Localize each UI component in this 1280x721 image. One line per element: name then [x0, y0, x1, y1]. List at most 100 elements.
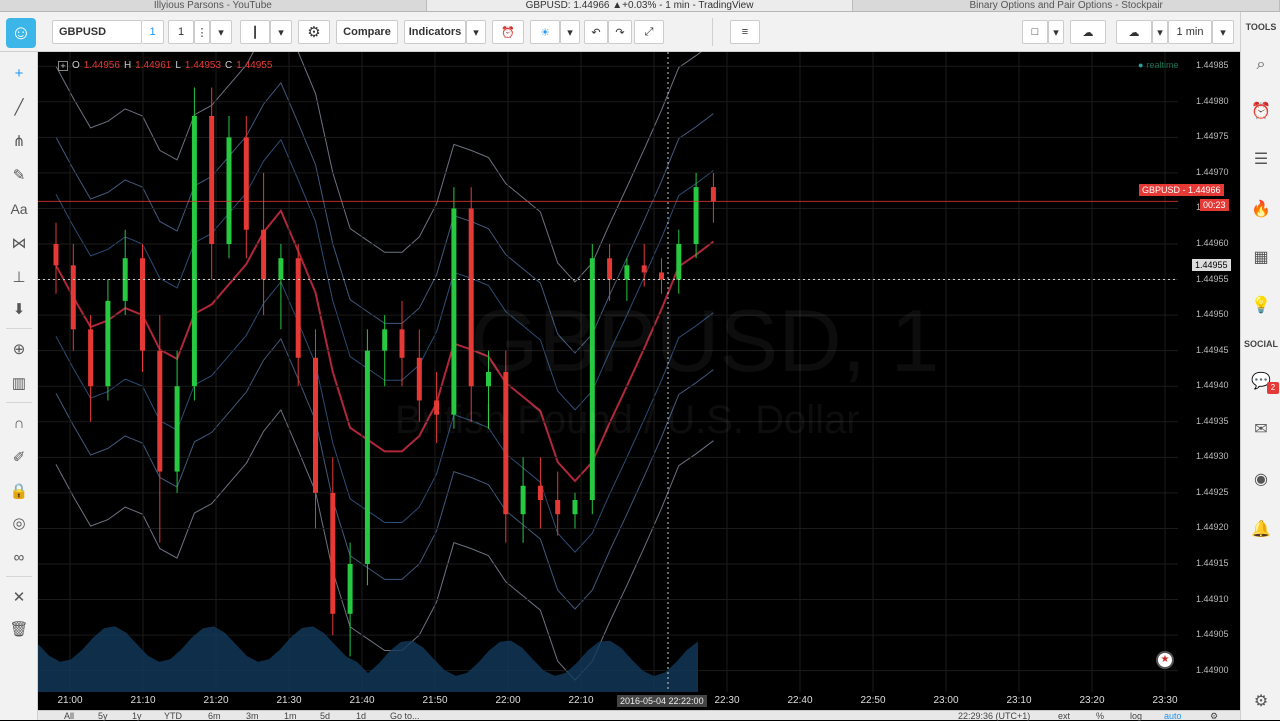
- search-icon[interactable]: ⌕: [1248, 52, 1274, 78]
- candle-body[interactable]: [503, 372, 509, 515]
- layout-square-icon[interactable]: □: [1022, 20, 1048, 44]
- smiley-logo-icon[interactable]: ☺: [6, 18, 36, 48]
- candle-body[interactable]: [607, 258, 613, 280]
- candle-body[interactable]: [330, 492, 336, 614]
- candle-body[interactable]: [555, 500, 561, 515]
- candle-body[interactable]: [710, 187, 716, 202]
- tools-divider: [6, 576, 32, 577]
- chart-type-chevron-down-icon[interactable]: ▾: [270, 20, 292, 44]
- candle-body[interactable]: [693, 187, 699, 244]
- pitchfork-icon[interactable]: ⋔: [6, 128, 32, 154]
- timeframe-chevron-down-icon[interactable]: ▾: [1212, 20, 1234, 44]
- us-flag-icon[interactable]: ★: [1156, 651, 1174, 669]
- notifications-bell-icon[interactable]: 🔔: [1248, 516, 1274, 542]
- save-chevron-down-icon[interactable]: ▾: [1152, 20, 1168, 44]
- candle-body[interactable]: [261, 229, 267, 280]
- lightbulb-ideas-icon[interactable]: ☀: [530, 20, 560, 44]
- interval-select[interactable]: 1: [168, 20, 194, 44]
- candle-body[interactable]: [624, 265, 630, 280]
- indicators-button[interactable]: Indicators: [404, 20, 466, 44]
- compare-button[interactable]: Compare: [336, 20, 398, 44]
- interval-chevron-down-icon[interactable]: ▾: [210, 20, 232, 44]
- alert-add-icon[interactable]: ⏰: [492, 20, 524, 44]
- browser-tab-youtube[interactable]: Illyious Parsons - YouTube: [0, 0, 427, 11]
- candle-body[interactable]: [347, 564, 353, 614]
- high-value: 1.44961: [135, 60, 172, 71]
- candle-body[interactable]: [278, 258, 284, 280]
- pattern-icon[interactable]: ⋈: [6, 230, 32, 256]
- watchlist-icon[interactable]: ☰: [1248, 146, 1274, 172]
- fullscreen-icon[interactable]: ⤢: [634, 20, 664, 44]
- interval-menu-icon[interactable]: ⋮: [194, 20, 210, 44]
- candle-body[interactable]: [451, 208, 457, 415]
- candle-body[interactable]: [676, 244, 682, 280]
- trend-line-icon[interactable]: ╱: [6, 94, 32, 120]
- browser-tab-tradingview[interactable]: GBPUSD: 1.44966 ▲+0.03% - 1 min - Tradin…: [426, 0, 854, 11]
- ohlc-legend: + O 1.44956 H 1.44961 L 1.44953 C 1.4495…: [58, 60, 272, 71]
- time-tick-label: 22:00: [495, 695, 521, 706]
- magnet-icon[interactable]: ∩: [6, 410, 32, 436]
- trash-icon[interactable]: 🗑: [6, 616, 32, 642]
- settings-gear-icon[interactable]: ⚙: [298, 20, 330, 44]
- interval-badge[interactable]: 1: [142, 20, 164, 44]
- undo-icon[interactable]: ↶: [584, 20, 608, 44]
- zoom-icon[interactable]: ⊕: [6, 336, 32, 362]
- ideas-chevron-down-icon[interactable]: ▾: [560, 20, 580, 44]
- timeframe-select[interactable]: 1 min: [1168, 20, 1212, 44]
- settings-gear-icon[interactable]: ⚙: [1248, 688, 1274, 714]
- candle-body[interactable]: [537, 485, 543, 500]
- candle-body[interactable]: [157, 350, 163, 472]
- redo-icon[interactable]: ↷: [608, 20, 632, 44]
- lock-icon[interactable]: 🔒: [6, 478, 32, 504]
- candle-body[interactable]: [70, 265, 76, 330]
- ruler-icon[interactable]: ▥: [6, 370, 32, 396]
- candle-body[interactable]: [313, 357, 318, 493]
- candle-body[interactable]: [105, 300, 111, 387]
- layout-chevron-down-icon[interactable]: ▾: [1048, 20, 1064, 44]
- candle-body[interactable]: [243, 137, 249, 230]
- time-tick-label: 21:30: [276, 695, 302, 706]
- brush-icon[interactable]: ✎: [6, 162, 32, 188]
- pencil-icon[interactable]: ✐: [6, 444, 32, 470]
- streams-icon[interactable]: ◉: [1248, 466, 1274, 492]
- candle-body[interactable]: [364, 350, 370, 564]
- arrow-down-icon[interactable]: ⬇: [6, 296, 32, 322]
- candle-body[interactable]: [226, 137, 232, 244]
- private-chat-icon[interactable]: ✉: [1248, 416, 1274, 442]
- alarm-clock-icon[interactable]: ⏰: [1248, 98, 1274, 124]
- legend-expand-icon[interactable]: +: [58, 60, 68, 71]
- candle-body[interactable]: [88, 329, 94, 387]
- candle-body[interactable]: [209, 116, 215, 244]
- candle-body[interactable]: [53, 244, 59, 266]
- candle-body[interactable]: [174, 386, 180, 472]
- candle-body[interactable]: [382, 329, 388, 351]
- candle-body[interactable]: [140, 258, 145, 351]
- cloud-load-icon[interactable]: ☁: [1070, 20, 1106, 44]
- text-tool-icon[interactable]: Aa: [6, 196, 32, 222]
- candle-body[interactable]: [659, 272, 664, 280]
- ideas-bulb-icon[interactable]: 💡: [1248, 292, 1274, 318]
- link-icon[interactable]: ∞: [6, 544, 32, 570]
- browser-tab-stockpair[interactable]: Binary Options and Pair Options - Stockp…: [853, 0, 1280, 11]
- eye-hide-icon[interactable]: ◎: [6, 510, 32, 536]
- candle-body[interactable]: [399, 329, 405, 358]
- price-tick-label: 1.44935: [1196, 415, 1229, 426]
- measure-icon[interactable]: ⊥: [6, 264, 32, 290]
- candle-body[interactable]: [641, 265, 647, 273]
- indicators-chevron-down-icon[interactable]: ▾: [466, 20, 486, 44]
- crosshair-icon[interactable]: +: [6, 60, 32, 86]
- candle-body[interactable]: [416, 357, 422, 401]
- candle-body[interactable]: [520, 485, 526, 515]
- candle-body[interactable]: [295, 258, 301, 358]
- candle-body[interactable]: [572, 500, 578, 515]
- candle-body[interactable]: [191, 116, 197, 387]
- calendar-icon[interactable]: ▦: [1248, 244, 1274, 270]
- price-tick-label: 1.44920: [1196, 522, 1229, 533]
- symbol-search-input[interactable]: GBPUSD: [52, 20, 142, 44]
- hotlist-flame-icon[interactable]: 🔥: [1248, 196, 1274, 222]
- layout-menu-icon[interactable]: ≡: [730, 20, 760, 44]
- cloud-save-icon[interactable]: ☁: [1116, 20, 1152, 44]
- candlestick-type-icon[interactable]: ┃: [240, 20, 270, 44]
- time-tick-label: 21:40: [349, 695, 375, 706]
- remove-drawings-icon[interactable]: ✕: [6, 584, 32, 610]
